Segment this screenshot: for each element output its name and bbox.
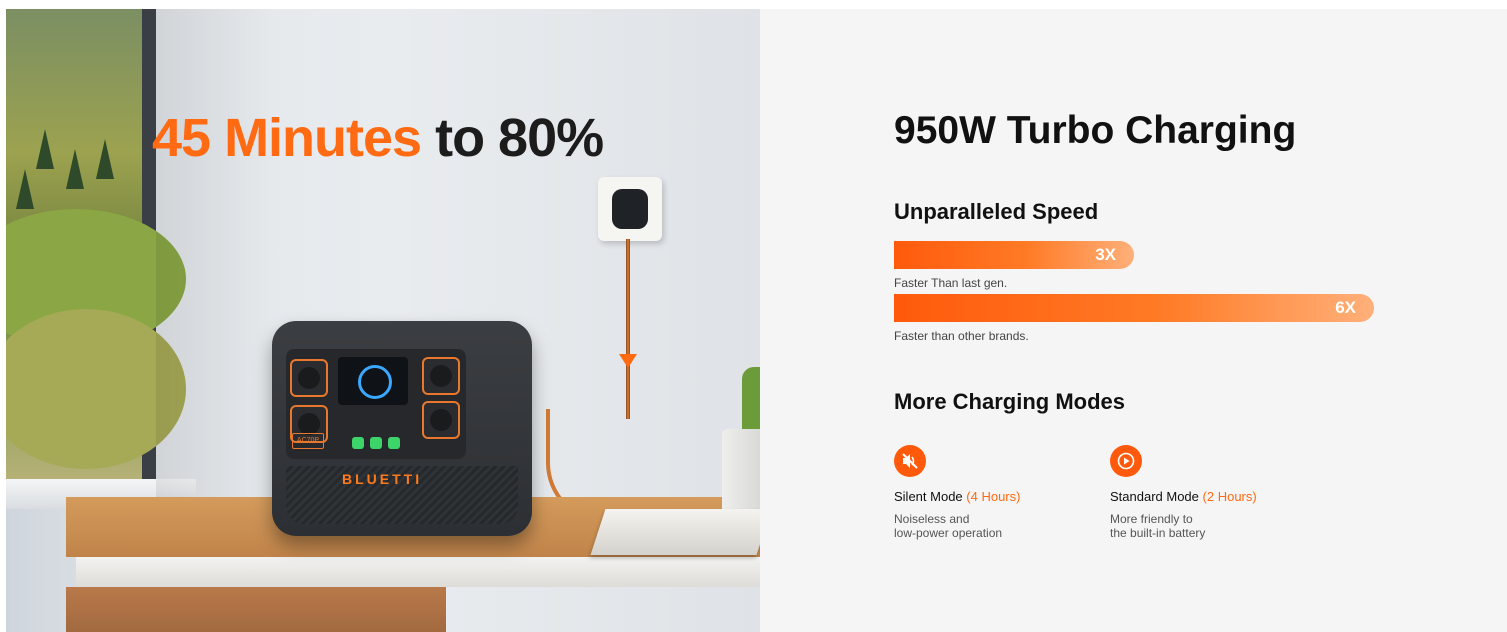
mode-description: Noiseless and low-power operation [894, 512, 1054, 540]
mode-silent: Silent Mode (4 Hours) Noiseless and low-… [894, 445, 1094, 540]
hero-headline: 45 Minutes to 80% [152, 107, 604, 169]
desk-drawer [66, 587, 446, 632]
mode-description: More friendly to the built-in battery [1110, 512, 1270, 540]
modes-heading: More Charging Modes [894, 389, 1126, 414]
button-icon [388, 437, 400, 449]
mode-standard: Standard Mode (2 Hours) More friendly to… [1110, 445, 1310, 540]
play-circle-icon [1110, 445, 1142, 477]
mode-hours: (4 Hours) [966, 489, 1021, 504]
dc-port-icon [290, 359, 328, 397]
button-icon [352, 437, 364, 449]
ac-outlet-icon [422, 401, 460, 439]
battery-ring-icon [358, 365, 392, 399]
brand-logo: BLUETTI [342, 471, 423, 487]
book [590, 509, 760, 555]
speed-bar-caption: Faster Than last gen. [894, 276, 1008, 290]
mode-hours: (2 Hours) [1202, 489, 1257, 504]
mode-desc-line: More friendly to [1110, 512, 1193, 526]
hero-image: AC70P BLUETTI 45 Minutes to 80% [6, 9, 760, 632]
panel-title: 950W Turbo Charging [894, 109, 1297, 152]
button-icon [370, 437, 382, 449]
mode-desc-line: Noiseless and [894, 512, 970, 526]
mode-name: Standard Mode [1110, 489, 1199, 504]
lcd-screen [338, 357, 408, 405]
ac-outlet-icon [422, 357, 460, 395]
power-station: AC70P BLUETTI [272, 321, 532, 536]
cactus [742, 367, 760, 437]
mode-name: Silent Mode [894, 489, 963, 504]
speed-bar-label: 6X [1335, 298, 1356, 317]
window-landscape [6, 9, 186, 489]
desk-front [76, 557, 760, 587]
wall-outlet [598, 177, 662, 241]
model-label: AC70P [292, 433, 324, 449]
mode-title: Silent Mode (4 Hours) [894, 489, 1094, 504]
mode-title: Standard Mode (2 Hours) [1110, 489, 1310, 504]
speed-bar-caption: Faster than other brands. [894, 329, 1029, 343]
speed-bar-other-brands: 6X [894, 294, 1374, 322]
muted-speaker-icon [894, 445, 926, 477]
speed-heading: Unparalleled Speed [894, 199, 1099, 224]
spec-panel: 950W Turbo Charging Unparalleled Speed 3… [760, 9, 1507, 632]
mode-desc-line: the built-in battery [1110, 526, 1206, 540]
plug [612, 189, 648, 229]
charging-cable [626, 239, 630, 419]
speed-bar-last-gen: 3X [894, 241, 1134, 269]
headline-rest: to 80% [421, 108, 604, 168]
headline-accent: 45 Minutes [152, 108, 422, 168]
down-arrow-icon [619, 354, 637, 368]
mode-desc-line: low-power operation [894, 526, 1003, 540]
speed-bar-label: 3X [1095, 245, 1116, 264]
